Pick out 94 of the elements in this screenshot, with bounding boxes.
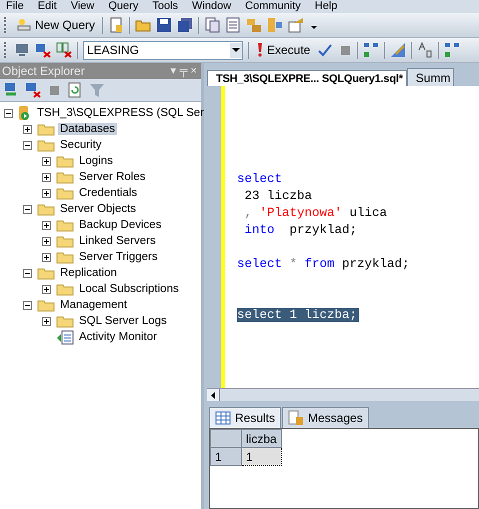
folder-icon [56, 282, 74, 296]
folders-icon[interactable] [267, 17, 284, 33]
tree-item[interactable]: Activity Monitor [77, 331, 159, 343]
refresh-icon[interactable] [67, 82, 83, 98]
table-cell[interactable]: 1 [242, 448, 282, 466]
menu-item[interactable]: View [70, 0, 94, 13]
pencil-ruler-icon[interactable] [390, 42, 406, 58]
tree-item[interactable]: Databases [58, 123, 117, 135]
execute-button[interactable]: Execute [254, 42, 312, 58]
new-query-button[interactable]: New Query [14, 17, 98, 33]
list-icon[interactable] [225, 17, 242, 33]
expander-icon[interactable] [23, 124, 32, 134]
code-line: 23 liczba [244, 189, 312, 203]
editor-tab[interactable]: Summ [406, 68, 454, 86]
results-tab[interactable]: Results [209, 407, 282, 428]
folder-icon [37, 138, 55, 152]
tree-item[interactable]: Replication [58, 267, 119, 279]
code-line: into przyklad; [244, 223, 358, 237]
tree-item[interactable]: Local Subscriptions [77, 283, 181, 295]
code-line: select [237, 172, 282, 186]
folder-icon [56, 250, 74, 264]
tree-item[interactable]: Server Roles [77, 171, 148, 183]
stop-icon[interactable] [338, 43, 352, 57]
folder-icon [56, 186, 74, 200]
monitor-icon [56, 329, 74, 345]
document-icon[interactable] [204, 17, 220, 33]
save-icon[interactable] [156, 17, 172, 33]
folder-icon [56, 154, 74, 168]
expander-icon[interactable] [4, 108, 13, 118]
menu-item[interactable]: Edit [38, 0, 57, 13]
properties-icon[interactable] [288, 17, 304, 33]
expander-icon[interactable] [42, 172, 51, 182]
scroll-left-button[interactable] [207, 389, 220, 401]
query-plan-icon[interactable] [363, 42, 380, 58]
column-header[interactable]: liczba [242, 430, 282, 448]
expander-icon[interactable] [42, 252, 51, 262]
expander-icon[interactable] [23, 140, 32, 150]
expander-icon[interactable] [42, 284, 51, 294]
disconnect-icon[interactable] [35, 42, 51, 58]
tree-item[interactable]: Server Triggers [77, 251, 160, 263]
menu-item[interactable]: Query [108, 0, 138, 13]
folder-icon [56, 234, 74, 248]
expander-icon[interactable] [23, 204, 32, 214]
code-line: select * from przyklad; [237, 257, 410, 271]
editor-tab[interactable]: TSH_3\SQLEXPRE... SQLQuery1.sql* [207, 70, 407, 86]
dropdown-arrow-icon[interactable] [232, 48, 240, 52]
folder-icon [37, 202, 55, 216]
tree-item[interactable]: SQL Server Logs [77, 315, 169, 327]
tree-item[interactable]: Server Objects [58, 203, 138, 215]
exclamation-icon [256, 42, 264, 58]
folder-icon [37, 122, 55, 136]
menu-item[interactable]: Community [245, 0, 301, 13]
menu-item[interactable]: File [6, 0, 24, 13]
tree-item[interactable]: Management [58, 299, 130, 311]
font-icon[interactable] [417, 42, 434, 58]
grid-icon [215, 411, 231, 425]
server-icon [16, 105, 32, 121]
tree-item[interactable]: Credentials [77, 187, 140, 199]
folder-icon [56, 314, 74, 328]
tree-item[interactable]: Linked Servers [77, 235, 158, 247]
new-query-icon [16, 17, 32, 33]
code-line: , 'Platynowa' ulica [244, 206, 388, 220]
tree-item[interactable]: Backup Devices [77, 219, 164, 231]
tree-item[interactable]: Logins [77, 155, 115, 167]
expander-icon[interactable] [42, 236, 51, 246]
expander-icon[interactable] [42, 156, 51, 166]
disconnect-all-icon[interactable] [56, 42, 72, 58]
disconnect-icon[interactable] [25, 82, 41, 98]
expander-icon[interactable] [23, 300, 32, 310]
query-plan-icon[interactable] [444, 42, 460, 58]
connect-icon[interactable] [14, 42, 30, 58]
folder-icon [37, 266, 55, 280]
expander-icon[interactable] [23, 268, 32, 278]
document-icon [288, 410, 304, 426]
tree-item[interactable]: TSH_3\SQLEXPRESS (SQL Ser [35, 107, 206, 119]
tree-item[interactable]: Security [58, 139, 104, 151]
expander-icon[interactable] [42, 316, 51, 326]
folder-icon [56, 170, 74, 184]
menu-item[interactable]: Help [314, 0, 338, 13]
results-tab[interactable]: Messages [282, 407, 369, 428]
folder-icon [56, 218, 74, 232]
database-dropdown[interactable]: LEASING [83, 40, 243, 60]
row-number: 1 [210, 448, 242, 466]
folder-icon [37, 298, 55, 312]
connect-icon[interactable] [3, 82, 19, 98]
left-arrow-icon [211, 392, 215, 398]
menu-item[interactable]: Window [192, 0, 232, 13]
expander-icon[interactable] [42, 220, 51, 230]
panel-title: Object Explorer [2, 63, 85, 79]
document-icon[interactable] [108, 17, 124, 33]
expander-icon[interactable] [42, 188, 51, 198]
save-all-icon[interactable] [177, 17, 194, 33]
menu-item[interactable]: Tools [152, 0, 178, 13]
checkmark-icon[interactable] [317, 42, 334, 58]
